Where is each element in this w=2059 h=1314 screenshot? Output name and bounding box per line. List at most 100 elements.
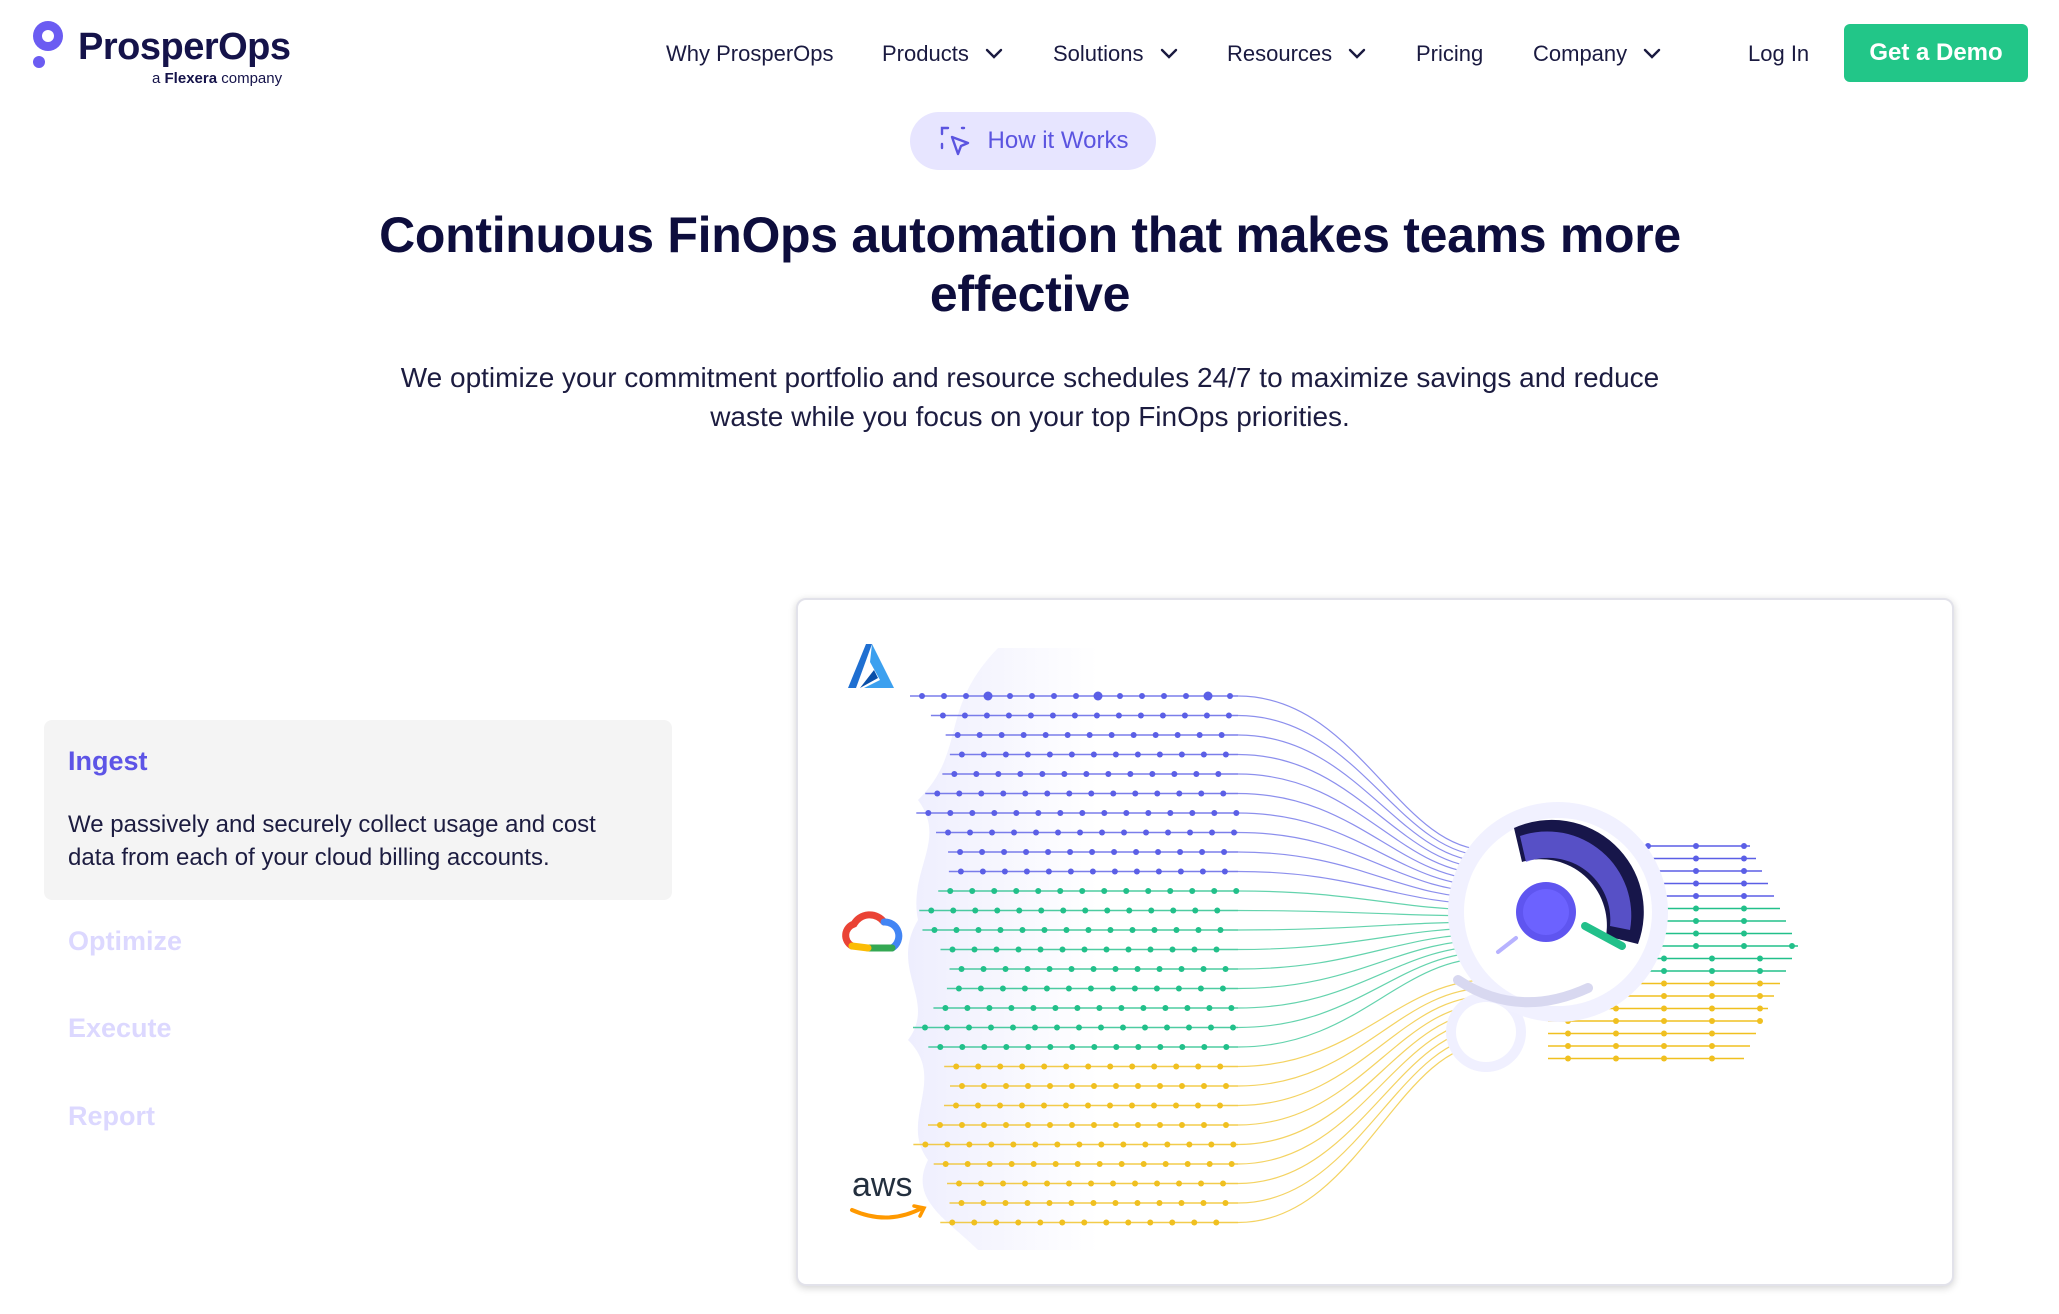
flow-dot [1022,1180,1029,1187]
flow-dot [1024,751,1031,758]
output-dot [1741,930,1747,937]
get-demo-button[interactable]: Get a Demo [1844,24,2028,82]
processing-hub [1446,802,1668,1072]
output-dot [1613,1018,1619,1024]
nav-solutions[interactable]: Solutions [1053,36,1178,72]
nav-label: Resources [1227,41,1333,66]
flow-dot [1001,868,1008,875]
flow-dot [1008,1005,1015,1011]
step-execute[interactable]: Execute [68,1013,172,1044]
flow-dot [919,693,925,699]
flow-dot [1079,888,1086,894]
flow-dot [1127,771,1134,777]
flow-dot [1137,712,1144,719]
flow-dot [1199,849,1206,855]
flow-dot [1087,985,1094,992]
login-link[interactable]: Log In [1748,36,1809,72]
flow-dot [1151,1063,1158,1070]
flow-dot [1230,1141,1237,1148]
step-optimize[interactable]: Optimize [68,926,182,957]
flow-dot [1013,810,1020,816]
nav-label: Solutions [1053,41,1144,66]
output-dot [1565,1030,1571,1037]
flow-dot [1211,888,1218,894]
flow-dot [1200,1200,1207,1206]
flow-dot [1134,751,1141,758]
flow-dot [1129,1102,1136,1109]
flow-dot [995,771,1002,777]
nav-resources[interactable]: Resources [1227,36,1366,72]
flow-dot [999,985,1006,992]
flow-dot [964,1005,971,1011]
nav-products[interactable]: Products [882,36,1003,72]
flow-dot [1222,1200,1229,1206]
flow-dot [987,1024,994,1031]
step-report[interactable]: Report [68,1101,155,1132]
flow-dot [1039,771,1046,777]
flow-dot [1083,771,1090,777]
flow-dot [991,888,998,894]
flow-dot [993,946,1000,953]
flow-dot [1046,1122,1053,1128]
flow-dot [936,1122,943,1128]
flow-dot [1134,966,1141,972]
nav-label: Why ProsperOps [666,41,834,66]
flow-dot [986,1161,993,1167]
nav-why-prosperops[interactable]: Why ProsperOps [666,36,834,72]
flow-curve [1237,945,1489,1009]
flow-dot [949,1219,956,1226]
flow-dot [1046,751,1053,758]
output-dot [1693,880,1699,887]
flow-dot [1002,1122,1009,1128]
flow-dot [1016,907,1023,914]
flow-dot [1061,771,1068,777]
flow-dot [1145,810,1152,816]
flow-dot [1213,1219,1220,1226]
flow-dot [1200,1083,1207,1089]
flow-dot [1015,946,1022,953]
output-dot [1693,905,1699,912]
flow-dot [1088,790,1095,797]
nav-company[interactable]: Company [1533,36,1661,72]
flow-dot [1171,771,1178,777]
flow-dot [1217,1102,1224,1109]
flow-dot [980,1083,987,1089]
flow-dot [1131,985,1138,992]
flow-dot [1184,1161,1191,1167]
flow-dot [1076,1141,1083,1148]
flow-dot [1037,946,1044,953]
flow-dot [953,927,960,933]
flow-dot [1154,1180,1161,1187]
nav-pricing[interactable]: Pricing [1416,36,1483,72]
output-dot [1661,1055,1667,1062]
flow-dot [1013,888,1020,894]
flow-dot [1057,810,1064,816]
flow-curve [1237,1043,1489,1224]
flow-dot [1077,829,1084,836]
flow-dot [1044,1180,1051,1187]
flow-dot [1085,927,1092,933]
flow-dot [1163,1024,1170,1031]
flow-dot [1151,1102,1158,1109]
flow-dot [1134,1122,1141,1128]
output-dot [1709,1043,1715,1049]
flow-dot [980,751,987,758]
flow-dot [1063,927,1070,933]
flow-dot [1081,1219,1088,1226]
flow-dot [1176,1180,1183,1187]
flow-dot [1139,693,1145,699]
flow-dot [1225,712,1232,719]
output-dot [1693,868,1699,874]
flow-dot [1113,1044,1120,1050]
flow-dot [1110,1180,1117,1187]
flow-dot [1007,693,1013,699]
flow-dot [1110,790,1117,797]
flow-dot [978,1180,985,1187]
flow-dot [939,712,946,719]
flow-dot [1063,1063,1070,1070]
flow-dot [950,907,957,914]
flow-dot [1156,1200,1163,1206]
flow-dot [1196,732,1203,738]
step-ingest[interactable]: Ingest We passively and securely collect… [44,720,672,900]
flow-dot [1221,849,1228,855]
